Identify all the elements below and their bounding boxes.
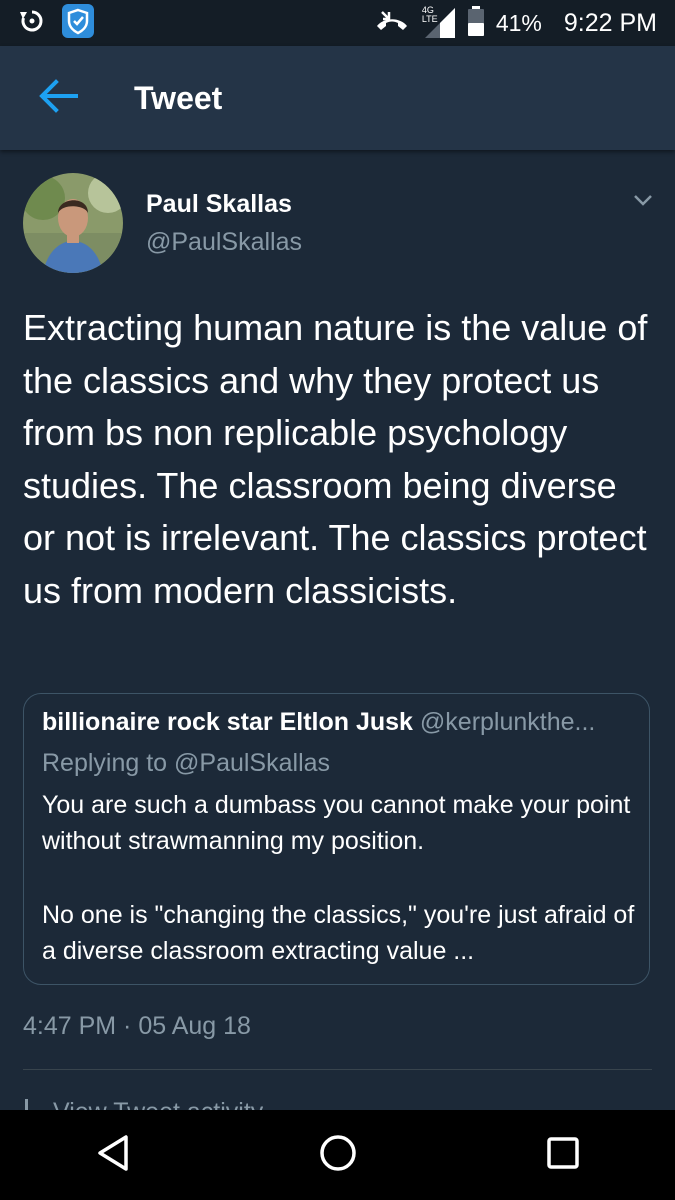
system-nav-bar	[0, 1110, 675, 1200]
call-icon	[374, 8, 410, 39]
signal-icon: 4G LTE	[422, 6, 456, 40]
quoted-tweet[interactable]: billionaire rock star Eltlon Jusk @kerpl…	[23, 693, 650, 985]
shield-app-icon	[62, 3, 94, 43]
quoted-text-paragraph-1: You are such a dumbass you cannot make y…	[42, 791, 631, 855]
divider	[23, 1069, 652, 1070]
tweet-options-button[interactable]	[628, 188, 658, 212]
status-bar: 4G LTE 41% 9:22 PM	[0, 0, 675, 46]
bar-chart-icon	[23, 1097, 43, 1110]
sync-icon	[18, 7, 46, 40]
quoted-reply-context: Replying to @PaulSkallas	[42, 749, 331, 777]
quoted-author-name: billionaire rock star Eltlon Jusk	[42, 708, 413, 736]
recents-square-icon	[546, 1136, 580, 1175]
back-triangle-icon	[96, 1134, 130, 1177]
author-handle[interactable]: @PaulSkallas	[146, 228, 302, 257]
nav-home-button[interactable]	[293, 1110, 383, 1200]
tweet-timestamp: 4:47 PM · 05 Aug 18	[23, 1012, 251, 1040]
author-name[interactable]: Paul Skallas	[146, 190, 292, 219]
back-button[interactable]	[28, 68, 88, 128]
home-circle-icon	[319, 1134, 357, 1177]
battery-icon	[467, 5, 484, 41]
app-bar: Tweet	[0, 46, 675, 150]
avatar[interactable]	[23, 173, 123, 273]
nav-back-button[interactable]	[68, 1110, 158, 1200]
clock: 9:22 PM	[563, 8, 657, 37]
quoted-text-paragraph-2: No one is "changing the classics," you'r…	[42, 901, 635, 965]
activity-label: View Tweet activity	[53, 1098, 263, 1110]
arrow-left-icon	[38, 78, 78, 118]
tweet-text: Extracting human nature is the value of …	[23, 307, 648, 611]
nav-recents-button[interactable]	[518, 1110, 608, 1200]
chevron-down-icon	[628, 195, 658, 216]
battery-percent: 41%	[495, 9, 542, 36]
view-activity-link[interactable]: View Tweet activity	[23, 1097, 263, 1110]
page-title: Tweet	[134, 79, 223, 116]
quoted-tweet-header: billionaire rock star Eltlon Jusk @kerpl…	[42, 708, 632, 737]
quoted-author-handle: @kerplunkthe...	[419, 708, 596, 736]
